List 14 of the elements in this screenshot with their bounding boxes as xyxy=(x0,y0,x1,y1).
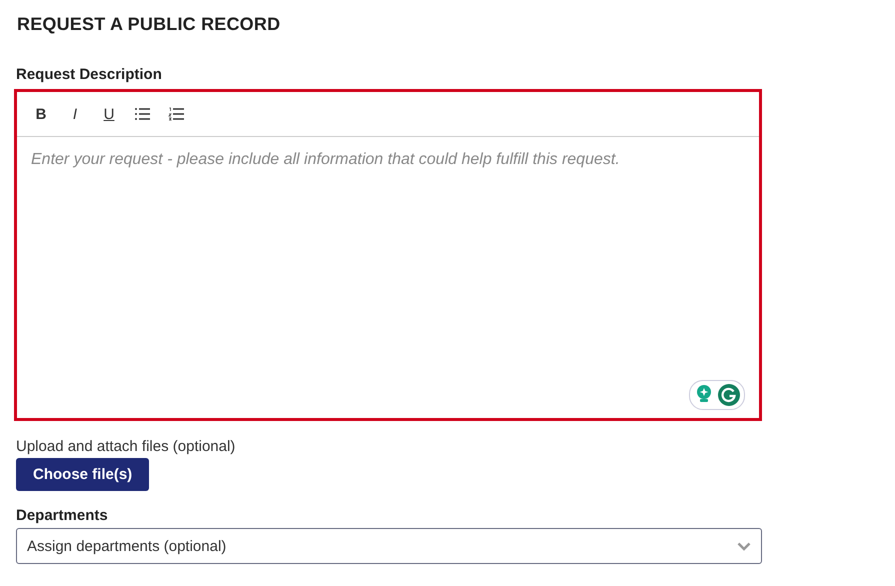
bold-button[interactable]: B xyxy=(31,103,51,125)
field-label: Upload and attach files (optional) xyxy=(16,438,236,455)
rich-text-editor[interactable]: B I U Enter your request - please include all information that could help fulfill this request. xyxy=(14,89,762,421)
italic-button[interactable]: I xyxy=(65,103,85,125)
choose-files-button[interactable]: Choose file(s) xyxy=(16,458,150,491)
chevron-down-icon xyxy=(737,542,751,550)
underline-button[interactable]: U xyxy=(99,103,119,125)
field-label: Request Description xyxy=(16,66,162,83)
lightbulb-icon[interactable] xyxy=(694,384,714,404)
page-title: REQUEST A PUBLIC RECORD xyxy=(17,14,282,35)
g-logo-icon[interactable] xyxy=(718,384,740,406)
field-label: Departments xyxy=(16,507,108,524)
assistant-widget[interactable] xyxy=(689,380,745,410)
departments-dropdown[interactable]: Assign departments (optional) xyxy=(16,528,762,564)
